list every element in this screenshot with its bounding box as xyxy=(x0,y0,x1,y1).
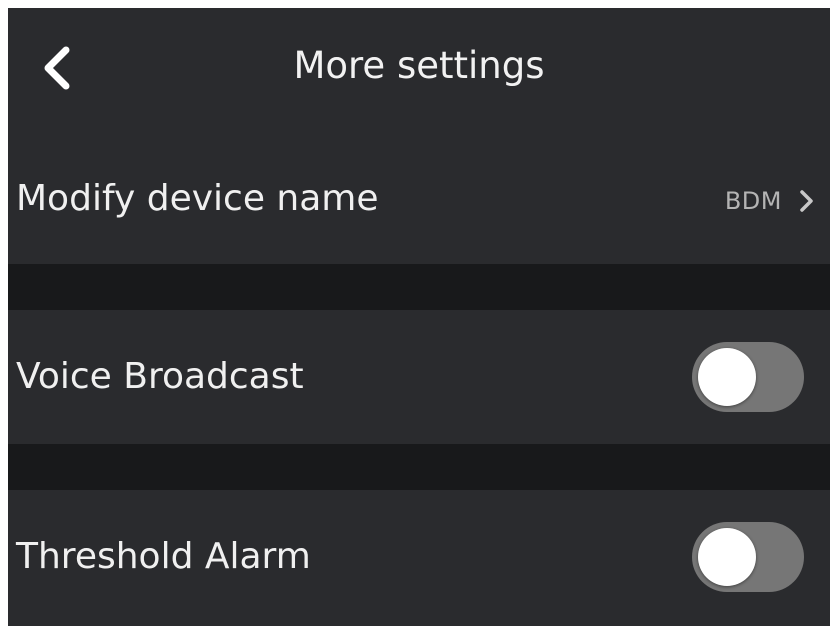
threshold-alarm-label: Threshold Alarm xyxy=(16,536,311,577)
setting-row-threshold-alarm: Threshold Alarm xyxy=(8,490,830,626)
setting-row-voice-broadcast: Voice Broadcast xyxy=(8,310,830,444)
setting-row-device-name[interactable]: Modify device name BDM xyxy=(8,132,830,264)
threshold-alarm-toggle[interactable] xyxy=(692,522,804,592)
top-cropped-strip xyxy=(0,0,830,8)
header-bar: More settings xyxy=(8,8,830,132)
device-name-label: Modify device name xyxy=(16,178,379,219)
page-title: More settings xyxy=(293,44,545,87)
voice-broadcast-toggle[interactable] xyxy=(692,342,804,412)
toggle-knob xyxy=(698,528,756,586)
chevron-right-icon xyxy=(800,190,813,212)
device-name-value: BDM xyxy=(724,187,782,215)
voice-broadcast-label: Voice Broadcast xyxy=(16,356,304,397)
more-settings-screen: More settings Modify device name BDM Voi… xyxy=(8,8,830,626)
toggle-knob xyxy=(698,348,756,406)
